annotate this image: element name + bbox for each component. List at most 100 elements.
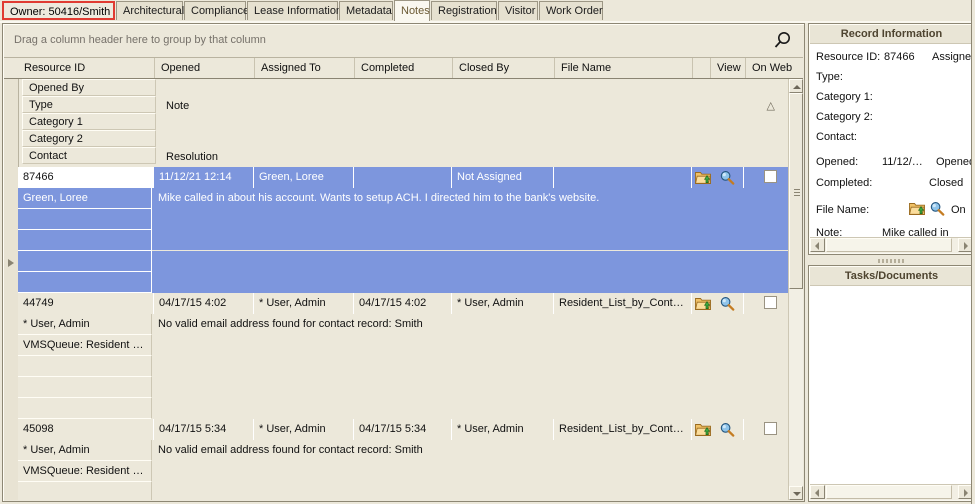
open-folder-upload-icon[interactable]: [695, 296, 711, 311]
hscroll-left-button[interactable]: [810, 485, 825, 499]
column-header-view[interactable]: View: [710, 58, 745, 78]
hscroll-thumb[interactable]: [826, 485, 952, 499]
grid-body: Opened By Type Category 1 Category 2 Con…: [4, 79, 803, 500]
open-folder-upload-icon[interactable]: [695, 170, 711, 185]
cell-closed-by: Not Assigned: [452, 167, 554, 188]
hscroll-left-button[interactable]: [810, 238, 825, 252]
column-header-assigned-to-label: Assigned To: [261, 62, 321, 74]
panel-splitter-handle[interactable]: [878, 259, 906, 263]
detail-category-2: [18, 251, 152, 272]
template-label-contact-text: Contact: [29, 150, 67, 162]
tab-compliance-label: Compliance: [191, 5, 250, 17]
table-row[interactable]: 44749 04/17/15 4:02 * User, Admin 04/17/…: [18, 293, 803, 419]
field-value-opened: 11/12/…: [882, 156, 923, 168]
column-header-closed-by[interactable]: Closed By: [452, 58, 554, 78]
cell-opened: 11/12/21 12:14: [154, 167, 254, 188]
scroll-thumb[interactable]: [789, 93, 803, 289]
column-header-resource-id[interactable]: Resource ID: [18, 58, 154, 78]
cell-resource-id: 44749: [18, 293, 154, 314]
detail-opened-by: * User, Admin: [18, 314, 152, 335]
chevron-down-icon: [793, 492, 801, 496]
cell-actions: [692, 419, 744, 440]
chevron-right-icon: [964, 242, 968, 250]
scroll-down-button[interactable]: [789, 486, 803, 500]
cell-actions: [692, 167, 744, 188]
column-header-closed-by-label: Closed By: [459, 62, 510, 74]
tab-notes[interactable]: Notes: [394, 0, 430, 21]
magnifier-search-icon[interactable]: [929, 201, 945, 216]
field-label-opened: Opened:: [816, 156, 859, 168]
on-web-checkbox[interactable]: [764, 170, 777, 183]
tasks-documents-body[interactable]: [810, 286, 973, 500]
column-header-assigned-to[interactable]: Assigned To: [254, 58, 354, 78]
field-label-contact: Contact:: [816, 131, 857, 143]
detail-template-header: Opened By Type Category 1 Category 2 Con…: [18, 79, 789, 167]
field-value-resource-id: 87466: [884, 51, 915, 63]
field-label-opened-by: Opened: [936, 156, 973, 168]
detail-resolution: [152, 377, 789, 419]
template-label-opened-by-text: Opened By: [29, 82, 85, 94]
tab-visitor-label: Visitor: [505, 5, 536, 17]
cell-completed: 04/17/15 5:34: [354, 419, 452, 440]
column-header-on-web[interactable]: On Web: [745, 58, 793, 78]
magnifier-search-icon[interactable]: [719, 422, 735, 437]
detail-resolution: [152, 251, 789, 293]
tab-compliance[interactable]: Compliance: [184, 1, 250, 20]
column-header-opened[interactable]: Opened: [154, 58, 254, 78]
scroll-up-button[interactable]: [789, 79, 803, 93]
column-header-blank[interactable]: [692, 58, 710, 78]
tab-owner-label: Owner: 50416/Smith: [10, 6, 111, 18]
column-header-file-name[interactable]: File Name: [554, 58, 692, 78]
group-by-bar[interactable]: Drag a column header here to group by th…: [4, 25, 803, 58]
template-label-category-1-text: Category 1: [29, 116, 83, 128]
on-web-checkbox[interactable]: [764, 422, 777, 435]
detail-category-2: [18, 377, 152, 398]
open-folder-upload-icon[interactable]: [909, 201, 925, 216]
tasks-documents-hscrollbar[interactable]: [810, 484, 973, 500]
cell-completed: [354, 167, 452, 188]
column-header-resource-id-label: Resource ID: [24, 62, 86, 74]
magnifier-icon[interactable]: [771, 29, 795, 53]
template-label-category-1: Category 1: [22, 113, 156, 130]
cell-assigned-to: * User, Admin: [254, 419, 354, 440]
record-information-panel: Record Information Resource ID: 87466 As…: [808, 23, 975, 255]
tab-work-order-label: Work Order: [546, 5, 603, 17]
column-header-opened-label: Opened: [161, 62, 201, 74]
scroll-grip-line: [794, 195, 800, 196]
table-row[interactable]: 45098 04/17/15 5:34 * User, Admin 04/17/…: [18, 419, 803, 500]
magnifier-search-icon[interactable]: [719, 170, 735, 185]
tab-lease-information[interactable]: Lease Information: [247, 1, 342, 20]
tab-architectural-label: Architectural: [123, 5, 185, 17]
detail-contact: [18, 398, 152, 419]
grid-vertical-scrollbar[interactable]: [788, 79, 803, 500]
record-information-hscrollbar[interactable]: [810, 237, 973, 253]
tab-visitor[interactable]: Visitor: [498, 1, 538, 20]
chevron-right-icon: [964, 489, 968, 497]
field-label-type: Type:: [816, 71, 843, 83]
detail-opened-by: Green, Loree: [18, 188, 152, 209]
on-web-checkbox[interactable]: [764, 296, 777, 309]
cell-actions: [692, 293, 744, 314]
tab-registration[interactable]: Registration: [431, 1, 497, 20]
record-information-title: Record Information: [810, 25, 973, 44]
tab-metadata[interactable]: Metadata: [339, 1, 393, 20]
record-information-body: Resource ID: 87466 Assigned Type: Catego…: [810, 44, 973, 253]
hscroll-thumb[interactable]: [826, 238, 952, 252]
scroll-grip-line: [794, 189, 800, 190]
tab-owner[interactable]: Owner: 50416/Smith: [2, 1, 115, 20]
tasks-documents-title: Tasks/Documents: [810, 267, 973, 286]
tab-work-order[interactable]: Work Order: [539, 1, 603, 20]
cell-assigned-to: Green, Loree: [254, 167, 354, 188]
chevron-up-icon: [793, 85, 801, 89]
magnifier-search-icon[interactable]: [719, 296, 735, 311]
field-label-category-2: Category 2:: [816, 111, 873, 123]
detail-type: [18, 209, 152, 230]
tab-registration-label: Registration: [438, 5, 497, 17]
tab-lease-information-label: Lease Information: [254, 5, 343, 17]
open-folder-upload-icon[interactable]: [695, 422, 711, 437]
tab-architectural[interactable]: Architectural: [116, 1, 185, 20]
detail-category-1: [18, 482, 152, 500]
column-header-view-label: View: [717, 62, 741, 74]
column-header-completed[interactable]: Completed: [354, 58, 452, 78]
table-row[interactable]: 87466 11/12/21 12:14 Green, Loree Not As…: [18, 167, 803, 293]
